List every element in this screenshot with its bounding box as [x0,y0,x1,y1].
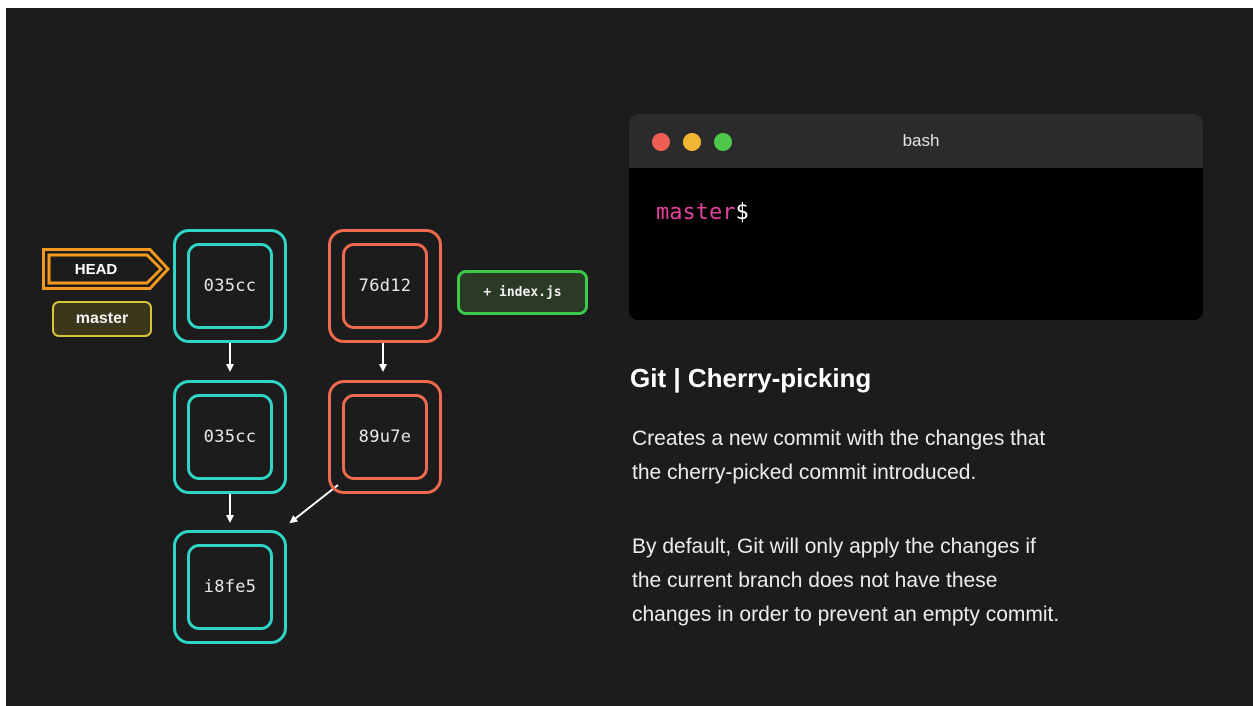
terminal-prompt[interactable]: master$ [656,202,749,224]
commit-hash: 89u7e [358,427,412,447]
description-paragraph-1: Creates a new commit with the changes th… [632,422,1045,490]
commit-hash: i8fe5 [203,577,257,597]
paragraph-line: Creates a new commit with the changes th… [632,427,1046,450]
arrow-right-mid-to-bottom [289,484,339,524]
commit-right-mid: 89u7e [328,380,442,494]
commit-inner: 035cc [187,243,273,329]
commit-left-top: 035cc [173,229,287,343]
terminal-title: bash [902,131,940,150]
prompt-branch: master [656,200,736,225]
commit-hash: 76d12 [358,276,412,296]
description-paragraph-2: By default, Git will only apply the chan… [632,530,1059,632]
commit-inner: i8fe5 [187,544,273,630]
commit-right-top: 76d12 [328,229,442,343]
slide-title: Git | Cherry-picking [630,363,872,393]
head-label-text: HEAD [74,260,118,278]
slide: HEAD master 035cc 76d12 035cc 89u7e i8fe… [6,8,1253,706]
commit-hash: 035cc [203,276,257,296]
commit-left-mid: 035cc [173,380,287,494]
head-pointer: HEAD [42,248,171,290]
commit-inner: 89u7e [342,394,428,480]
file-change-tag: + index.js [457,270,588,315]
terminal-title-bar: bash [629,114,1203,168]
master-branch-badge: master [52,301,152,337]
commit-hash: 035cc [203,427,257,447]
paragraph-line: By default, Git will only apply the chan… [632,535,1036,558]
paragraph-line: the cherry-picked commit introduced. [632,461,977,484]
commit-bottom: i8fe5 [173,530,287,644]
prompt-symbol: $ [735,200,749,225]
commit-inner: 035cc [187,394,273,480]
paragraph-line: changes in order to prevent an empty com… [632,603,1060,626]
paragraph-line: the current branch does not have these [632,569,998,592]
terminal-window[interactable]: bash master$ [629,114,1203,320]
commit-inner: 76d12 [342,243,428,329]
